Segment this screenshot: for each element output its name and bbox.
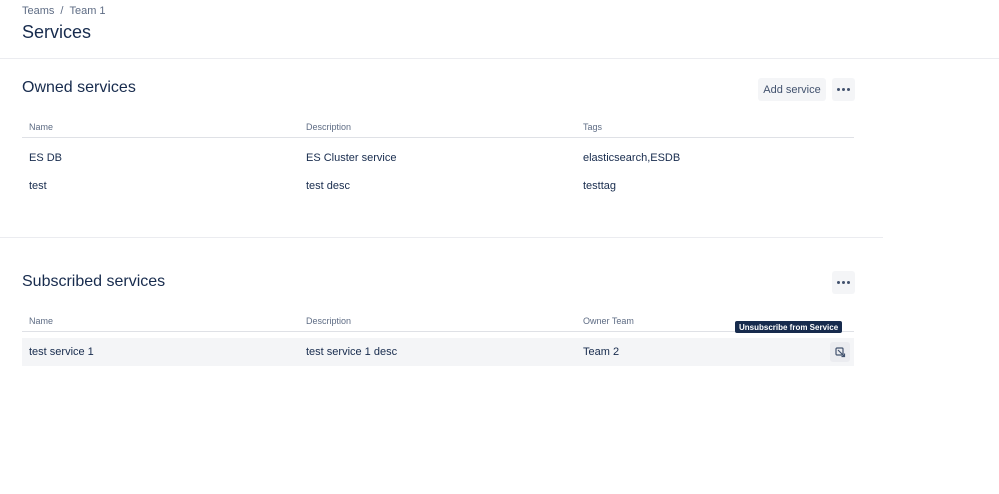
breadcrumb-teams[interactable]: Teams	[22, 5, 54, 17]
divider	[0, 237, 883, 238]
column-header-description: Description	[306, 122, 352, 132]
service-description: test desc	[306, 180, 351, 192]
table-row[interactable]: ES DB ES Cluster service elasticsearch,E…	[22, 144, 854, 172]
service-tags: elasticsearch,ESDB	[583, 152, 681, 164]
subscribed-more-button[interactable]	[832, 271, 855, 294]
service-name: ES DB	[29, 152, 63, 164]
owner-team: Team 2	[583, 346, 620, 358]
owned-more-button[interactable]	[832, 78, 855, 101]
breadcrumb-separator: /	[60, 5, 64, 17]
column-header-name: Name	[29, 316, 54, 326]
service-description: ES Cluster service	[306, 152, 397, 164]
subscribed-services-title: Subscribed services	[22, 273, 166, 290]
divider	[0, 58, 999, 59]
column-header-description: Description	[306, 316, 352, 326]
service-name: test service 1	[29, 346, 94, 358]
breadcrumb: Teams / Team 1	[22, 5, 106, 17]
unsubscribe-tooltip: Unsubscribe from Service	[735, 321, 843, 333]
column-header-name: Name	[29, 122, 54, 132]
unsubscribe-icon	[834, 346, 845, 357]
more-horizontal-icon	[837, 88, 850, 91]
more-horizontal-icon	[837, 281, 850, 284]
page-title: Services	[22, 22, 92, 42]
add-service-button[interactable]: Add service	[758, 78, 826, 101]
owned-services-title: Owned services	[22, 79, 136, 96]
service-name: test	[29, 180, 47, 192]
column-header-tags: Tags	[583, 122, 603, 132]
subscribed-services-table: Name Description Owner Team test service…	[22, 316, 854, 366]
breadcrumb-team-1[interactable]: Team 1	[69, 5, 105, 17]
owned-services-table: Name Description Tags ES DB ES Cluster s…	[22, 122, 854, 200]
service-description: test service 1 desc	[306, 346, 398, 358]
service-tags: testtag	[583, 180, 617, 192]
table-header: Name Description Owner Team	[22, 316, 854, 332]
table-header: Name Description Tags	[22, 122, 854, 138]
row-actions	[816, 342, 854, 362]
table-row[interactable]: test service 1 test service 1 desc Team …	[22, 338, 854, 366]
unsubscribe-button[interactable]	[830, 342, 850, 362]
table-row[interactable]: test test desc testtag	[22, 172, 854, 200]
